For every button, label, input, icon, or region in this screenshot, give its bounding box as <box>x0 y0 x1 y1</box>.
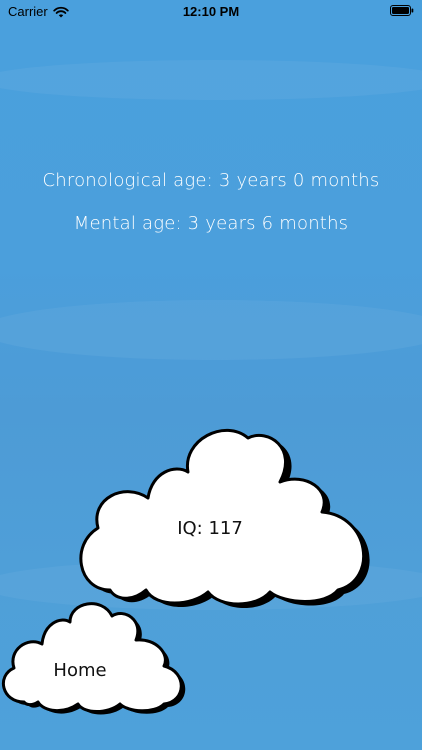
status-bar: Carrier 12:10 PM <box>0 0 422 24</box>
sky-texture <box>0 300 422 360</box>
status-time: 12:10 PM <box>182 4 240 19</box>
battery-icon <box>390 5 414 16</box>
iq-score-text: IQ: 117 <box>177 518 243 539</box>
sky-texture <box>0 60 422 100</box>
mental-age-text: Mental age: 3 years 6 months <box>73 213 349 234</box>
iq-cloud <box>79 428 370 608</box>
chronological-age-text: Chronological age: 3 years 0 months <box>42 170 380 191</box>
home-cloud-button[interactable] <box>0 598 190 716</box>
results-screen: Carrier 12:10 PM Chronological age: 3 ye… <box>0 0 422 750</box>
home-button-label[interactable]: Home <box>30 660 130 681</box>
